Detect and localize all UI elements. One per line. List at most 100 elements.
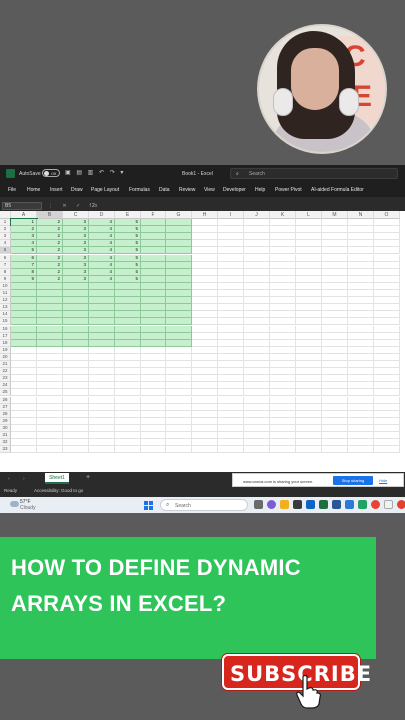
cell-g5[interactable] [166,247,192,255]
cell-g8[interactable] [166,268,192,276]
cell-j7[interactable] [244,261,270,269]
cell-b1[interactable]: 2 [37,219,63,226]
cell-g16[interactable] [166,325,192,333]
cell-j15[interactable] [244,318,270,326]
cell-m29[interactable] [322,417,348,425]
row-header-27[interactable]: 27 [0,403,11,411]
column-header-k[interactable]: K [270,211,296,219]
cell-b11[interactable] [37,290,63,297]
cell-b15[interactable] [37,318,63,326]
cell-m10[interactable] [322,282,348,290]
row-header-3[interactable]: 3 [0,233,11,241]
cell-k14[interactable] [270,311,296,319]
cell-i29[interactable] [218,417,244,425]
cell-m33[interactable] [322,446,348,454]
cell-n18[interactable] [348,339,374,347]
cell-k5[interactable] [270,247,296,255]
cell-f14[interactable] [141,311,166,319]
cell-f25[interactable] [141,389,166,397]
cell-l22[interactable] [296,368,322,376]
cell-g31[interactable] [166,432,192,439]
cell-n21[interactable] [348,361,374,368]
cell-k2[interactable] [270,226,296,234]
ribbon-tab-review[interactable]: Review [179,187,195,193]
cell-d7[interactable]: 4 [89,261,115,269]
row-header-8[interactable]: 8 [0,268,11,276]
status-accessibility[interactable]: Accessibility: Good to go [34,488,83,493]
row-header-12[interactable]: 12 [0,297,11,305]
cell-k17[interactable] [270,332,296,340]
cell-e6[interactable]: 5 [115,254,141,262]
cell-c7[interactable]: 3 [63,261,89,269]
cell-h5[interactable] [192,247,218,255]
cell-k10[interactable] [270,282,296,290]
row-header-24[interactable]: 24 [0,382,11,390]
cell-h31[interactable] [192,432,218,439]
cell-i27[interactable] [218,403,244,411]
cell-o29[interactable] [374,417,400,425]
cell-c4[interactable]: 3 [63,240,89,248]
cell-c8[interactable]: 3 [63,268,89,276]
cell-i26[interactable] [218,396,244,404]
row-header-4[interactable]: 4 [0,240,11,248]
cell-f1[interactable] [141,219,166,226]
cell-e32[interactable] [115,439,141,447]
cell-l11[interactable] [296,290,322,297]
cell-o1[interactable] [374,219,400,226]
cell-c5[interactable]: 3 [63,247,89,255]
cell-g27[interactable] [166,403,192,411]
cell-n5[interactable] [348,247,374,255]
cell-j31[interactable] [244,432,270,439]
cell-k15[interactable] [270,318,296,326]
cell-k22[interactable] [270,368,296,376]
cell-a19[interactable] [11,346,37,354]
cell-k20[interactable] [270,353,296,361]
ribbon-tab-help[interactable]: Help [255,187,265,193]
cell-i3[interactable] [218,233,244,241]
cell-f30[interactable] [141,424,166,432]
cell-g12[interactable] [166,297,192,305]
column-header-b[interactable]: B [37,211,63,219]
cell-d9[interactable]: 4 [89,275,115,283]
column-header-a[interactable]: A [11,211,37,219]
cell-h18[interactable] [192,339,218,347]
cell-n7[interactable] [348,261,374,269]
cell-o20[interactable] [374,353,400,361]
cell-c15[interactable] [63,318,89,326]
cell-f8[interactable] [141,268,166,276]
cell-j19[interactable] [244,346,270,354]
cell-e25[interactable] [115,389,141,397]
cell-b32[interactable] [37,439,63,447]
cell-g26[interactable] [166,396,192,404]
cell-i32[interactable] [218,439,244,447]
cell-j3[interactable] [244,233,270,241]
cell-e21[interactable] [115,361,141,368]
cell-d20[interactable] [89,353,115,361]
cell-g7[interactable] [166,261,192,269]
cell-g4[interactable] [166,240,192,248]
skype-icon[interactable] [345,500,354,509]
cell-c12[interactable] [63,297,89,305]
cell-l32[interactable] [296,439,322,447]
cell-e12[interactable] [115,297,141,305]
cell-b6[interactable]: 2 [37,254,63,262]
cell-h19[interactable] [192,346,218,354]
cell-h6[interactable] [192,254,218,262]
cell-n28[interactable] [348,410,374,418]
cell-o30[interactable] [374,424,400,432]
cell-o27[interactable] [374,403,400,411]
cell-c16[interactable] [63,325,89,333]
cell-h21[interactable] [192,361,218,368]
cell-g1[interactable] [166,219,192,226]
cell-f20[interactable] [141,353,166,361]
cell-k18[interactable] [270,339,296,347]
cell-n17[interactable] [348,332,374,340]
cell-b12[interactable] [37,297,63,305]
cell-h26[interactable] [192,396,218,404]
cell-e7[interactable]: 5 [115,261,141,269]
row-header-18[interactable]: 18 [0,339,11,347]
cell-o21[interactable] [374,361,400,368]
cell-j12[interactable] [244,297,270,305]
cell-a8[interactable]: 8 [11,268,37,276]
ribbon-tab-data[interactable]: Data [159,187,170,193]
